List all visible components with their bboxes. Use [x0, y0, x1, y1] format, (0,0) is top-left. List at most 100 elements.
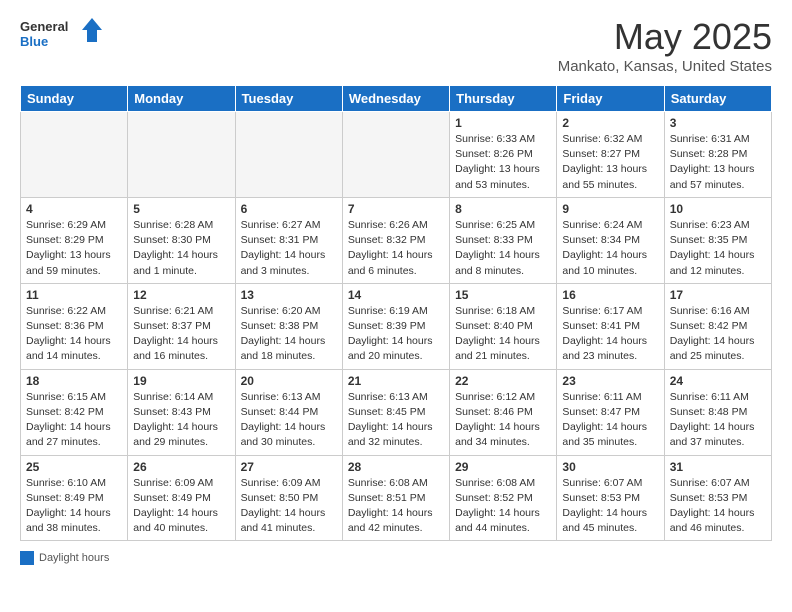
day-info: Sunrise: 6:29 AM Sunset: 8:29 PM Dayligh… [26, 218, 122, 279]
day-info: Sunrise: 6:32 AM Sunset: 8:27 PM Dayligh… [562, 132, 658, 193]
calendar-cell: 12Sunrise: 6:21 AM Sunset: 8:37 PM Dayli… [128, 283, 235, 369]
day-info: Sunrise: 6:19 AM Sunset: 8:39 PM Dayligh… [348, 304, 444, 365]
day-info: Sunrise: 6:11 AM Sunset: 8:47 PM Dayligh… [562, 390, 658, 451]
calendar-cell: 2 Sunrise: 6:32 AM Sunset: 8:27 PM Daylig… [557, 112, 664, 198]
day-header-sunday: Sunday [21, 86, 128, 112]
calendar-cell: 7 Sunrise: 6:26 AM Sunset: 8:32 PM Daylig… [342, 197, 449, 283]
calendar-cell: 25Sunrise: 6:10 AM Sunset: 8:49 PM Dayli… [21, 455, 128, 541]
day-number: 12 [133, 288, 229, 302]
calendar-cell: 10 Sunrise: 6:23 AM Sunset: 8:35 PM Dayli… [664, 197, 771, 283]
day-number: 23 [562, 374, 658, 388]
svg-text:General: General [20, 19, 68, 34]
day-header-wednesday: Wednesday [342, 86, 449, 112]
day-info: Sunrise: 6:20 AM Sunset: 8:38 PM Dayligh… [241, 304, 337, 365]
calendar-week-2: 4 Sunrise: 6:29 AM Sunset: 8:29 PM Daylig… [21, 197, 772, 283]
day-info: Sunrise: 6:09 AM Sunset: 8:49 PM Dayligh… [133, 476, 229, 537]
calendar-cell: 20 Sunrise: 6:13 AM Sunset: 8:44 PM Dayli… [235, 369, 342, 455]
day-info: Sunrise: 6:31 AM Sunset: 8:28 PM Dayligh… [670, 132, 766, 193]
calendar-footer: Daylight hours [20, 551, 772, 565]
day-header-tuesday: Tuesday [235, 86, 342, 112]
day-info: Sunrise: 6:07 AM Sunset: 8:53 PM Dayligh… [670, 476, 766, 537]
calendar-cell: 23 Sunrise: 6:11 AM Sunset: 8:47 PM Dayli… [557, 369, 664, 455]
day-number: 26 [133, 460, 229, 474]
calendar-cell: 19 Sunrise: 6:14 AM Sunset: 8:43 PM Dayli… [128, 369, 235, 455]
calendar-cell: 28Sunrise: 6:08 AM Sunset: 8:51 PM Dayli… [342, 455, 449, 541]
day-info: Sunrise: 6:13 AM Sunset: 8:45 PM Dayligh… [348, 390, 444, 451]
day-number: 18 [26, 374, 122, 388]
page-header: General Blue May 2025 Mankato, Kansas, U… [20, 16, 772, 75]
day-number: 24 [670, 374, 766, 388]
day-info: Sunrise: 6:14 AM Sunset: 8:43 PM Dayligh… [133, 390, 229, 451]
calendar-cell [342, 112, 449, 198]
calendar-cell: 4 Sunrise: 6:29 AM Sunset: 8:29 PM Daylig… [21, 197, 128, 283]
location-title: Mankato, Kansas, United States [558, 58, 772, 75]
day-info: Sunrise: 6:15 AM Sunset: 8:42 PM Dayligh… [26, 390, 122, 451]
day-info: Sunrise: 6:07 AM Sunset: 8:53 PM Dayligh… [562, 476, 658, 537]
calendar-cell: 5Sunrise: 6:28 AM Sunset: 8:30 PM Daylig… [128, 197, 235, 283]
calendar-cell: 11 Sunrise: 6:22 AM Sunset: 8:36 PM Dayli… [21, 283, 128, 369]
day-header-thursday: Thursday [450, 86, 557, 112]
day-number: 1 [455, 116, 551, 130]
day-info: Sunrise: 6:33 AM Sunset: 8:26 PM Dayligh… [455, 132, 551, 193]
day-info: Sunrise: 6:23 AM Sunset: 8:35 PM Dayligh… [670, 218, 766, 279]
day-info: Sunrise: 6:12 AM Sunset: 8:46 PM Dayligh… [455, 390, 551, 451]
day-number: 31 [670, 460, 766, 474]
calendar-cell: 24Sunrise: 6:11 AM Sunset: 8:48 PM Dayli… [664, 369, 771, 455]
day-info: Sunrise: 6:16 AM Sunset: 8:42 PM Dayligh… [670, 304, 766, 365]
legend-label: Daylight hours [39, 552, 109, 564]
day-info: Sunrise: 6:25 AM Sunset: 8:33 PM Dayligh… [455, 218, 551, 279]
calendar-cell: 22Sunrise: 6:12 AM Sunset: 8:46 PM Dayli… [450, 369, 557, 455]
day-number: 17 [670, 288, 766, 302]
day-number: 6 [241, 202, 337, 216]
day-number: 27 [241, 460, 337, 474]
day-number: 10 [670, 202, 766, 216]
calendar-cell: 8 Sunrise: 6:25 AM Sunset: 8:33 PM Daylig… [450, 197, 557, 283]
calendar-week-1: 1 Sunrise: 6:33 AM Sunset: 8:26 PM Daylig… [21, 112, 772, 198]
day-header-friday: Friday [557, 86, 664, 112]
day-info: Sunrise: 6:22 AM Sunset: 8:36 PM Dayligh… [26, 304, 122, 365]
calendar-header-row: SundayMondayTuesdayWednesdayThursdayFrid… [21, 86, 772, 112]
day-number: 2 [562, 116, 658, 130]
calendar-cell: 3 Sunrise: 6:31 AM Sunset: 8:28 PM Daylig… [664, 112, 771, 198]
calendar-cell: 21 Sunrise: 6:13 AM Sunset: 8:45 PM Dayli… [342, 369, 449, 455]
day-number: 8 [455, 202, 551, 216]
day-number: 20 [241, 374, 337, 388]
calendar-cell: 30 Sunrise: 6:07 AM Sunset: 8:53 PM Dayli… [557, 455, 664, 541]
calendar-cell: 15Sunrise: 6:18 AM Sunset: 8:40 PM Dayli… [450, 283, 557, 369]
day-number: 11 [26, 288, 122, 302]
day-number: 14 [348, 288, 444, 302]
calendar-cell: 13 Sunrise: 6:20 AM Sunset: 8:38 PM Dayli… [235, 283, 342, 369]
day-number: 3 [670, 116, 766, 130]
day-number: 19 [133, 374, 229, 388]
calendar-cell: 14 Sunrise: 6:19 AM Sunset: 8:39 PM Dayli… [342, 283, 449, 369]
calendar-cell: 16Sunrise: 6:17 AM Sunset: 8:41 PM Dayli… [557, 283, 664, 369]
day-number: 13 [241, 288, 337, 302]
calendar-week-3: 11 Sunrise: 6:22 AM Sunset: 8:36 PM Dayli… [21, 283, 772, 369]
day-number: 30 [562, 460, 658, 474]
day-info: Sunrise: 6:10 AM Sunset: 8:49 PM Dayligh… [26, 476, 122, 537]
day-number: 21 [348, 374, 444, 388]
day-number: 4 [26, 202, 122, 216]
day-info: Sunrise: 6:24 AM Sunset: 8:34 PM Dayligh… [562, 218, 658, 279]
day-number: 5 [133, 202, 229, 216]
calendar-week-5: 25Sunrise: 6:10 AM Sunset: 8:49 PM Dayli… [21, 455, 772, 541]
day-number: 16 [562, 288, 658, 302]
calendar-cell: 27Sunrise: 6:09 AM Sunset: 8:50 PM Dayli… [235, 455, 342, 541]
day-header-saturday: Saturday [664, 86, 771, 112]
day-header-monday: Monday [128, 86, 235, 112]
day-info: Sunrise: 6:08 AM Sunset: 8:52 PM Dayligh… [455, 476, 551, 537]
legend-icon [20, 551, 34, 565]
day-number: 7 [348, 202, 444, 216]
day-info: Sunrise: 6:26 AM Sunset: 8:32 PM Dayligh… [348, 218, 444, 279]
calendar-cell: 29Sunrise: 6:08 AM Sunset: 8:52 PM Dayli… [450, 455, 557, 541]
day-info: Sunrise: 6:13 AM Sunset: 8:44 PM Dayligh… [241, 390, 337, 451]
calendar-week-4: 18 Sunrise: 6:15 AM Sunset: 8:42 PM Dayli… [21, 369, 772, 455]
day-info: Sunrise: 6:18 AM Sunset: 8:40 PM Dayligh… [455, 304, 551, 365]
day-info: Sunrise: 6:08 AM Sunset: 8:51 PM Dayligh… [348, 476, 444, 537]
calendar-cell: 1 Sunrise: 6:33 AM Sunset: 8:26 PM Daylig… [450, 112, 557, 198]
calendar-cell: 31 Sunrise: 6:07 AM Sunset: 8:53 PM Dayli… [664, 455, 771, 541]
calendar-cell: 18 Sunrise: 6:15 AM Sunset: 8:42 PM Dayli… [21, 369, 128, 455]
logo: General Blue [20, 16, 110, 56]
calendar-cell: 17 Sunrise: 6:16 AM Sunset: 8:42 PM Dayli… [664, 283, 771, 369]
logo-svg: General Blue [20, 16, 110, 56]
